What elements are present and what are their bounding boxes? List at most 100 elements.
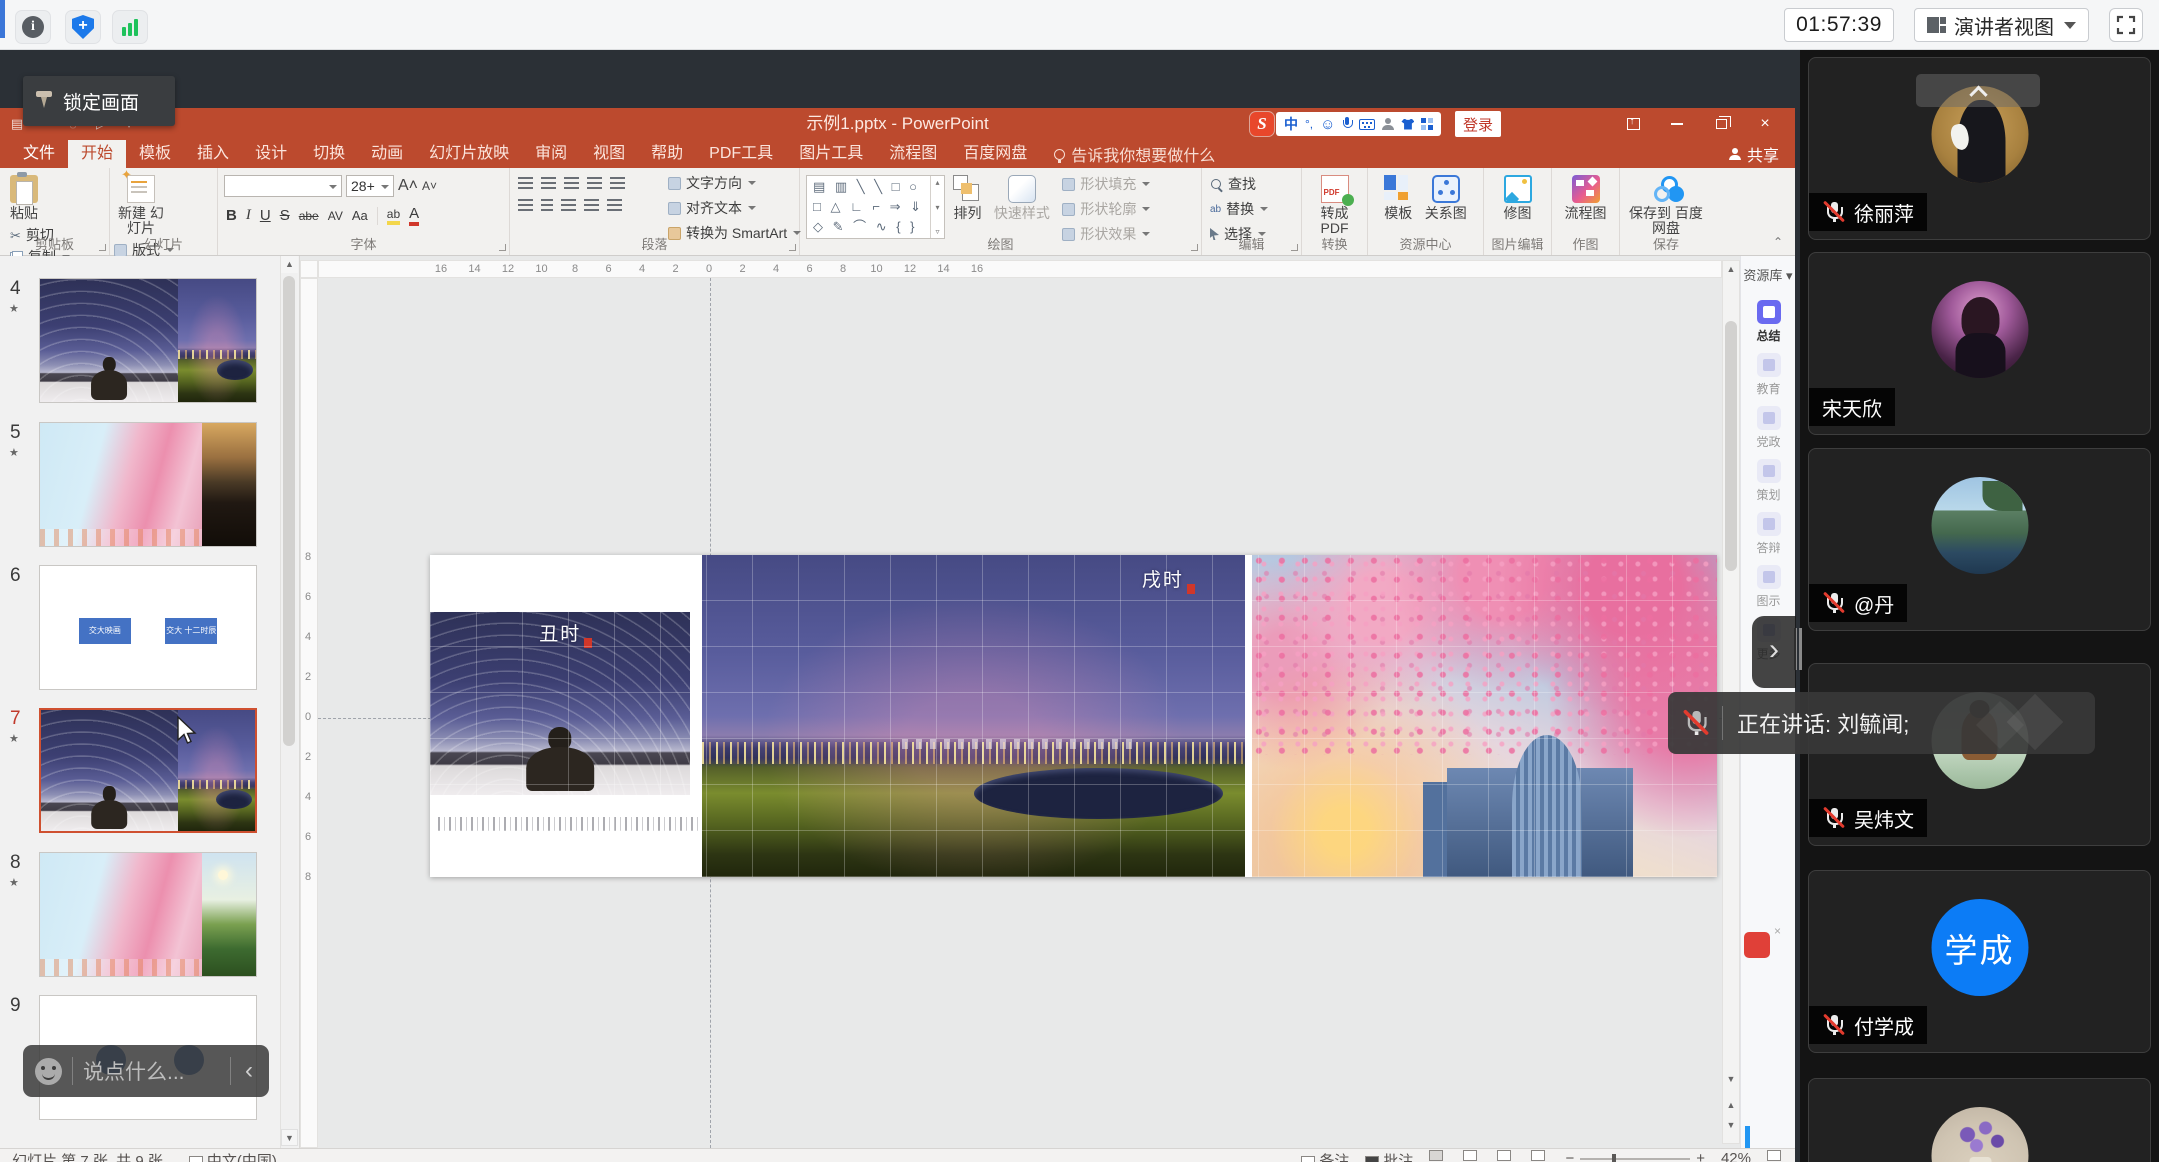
participant-tile[interactable] bbox=[1808, 1078, 2151, 1162]
shapes-gallery[interactable]: ▤ ▥ ╲ ╲ □ ○□ △ ∟ ⌐ ⇒ ⇓◇ ✎ ⌒ ∿ { } ▴▾▿ bbox=[806, 175, 945, 239]
tab-3[interactable]: 插入 bbox=[184, 140, 242, 168]
replace-button[interactable]: ab替换 bbox=[1210, 200, 1268, 218]
tab-14[interactable]: 百度网盘 bbox=[950, 140, 1040, 168]
italic-button[interactable]: I bbox=[246, 207, 251, 224]
strikethrough-button[interactable]: abe bbox=[299, 209, 319, 223]
tab-10[interactable]: 帮助 bbox=[638, 140, 696, 168]
dialog-launcher-icon[interactable] bbox=[499, 244, 506, 251]
promo-gift-icon[interactable] bbox=[1744, 932, 1770, 958]
security-button[interactable] bbox=[65, 10, 101, 44]
login-button[interactable]: 登录 bbox=[1455, 111, 1501, 137]
tab-12[interactable]: 图片工具 bbox=[786, 140, 876, 168]
expand-panel-button[interactable]: › bbox=[1752, 616, 1796, 688]
text-direction-button[interactable]: 文字方向 bbox=[668, 174, 801, 192]
resource-item-3[interactable]: 策划 bbox=[1741, 459, 1796, 503]
find-button[interactable]: 查找 bbox=[1210, 175, 1268, 193]
retouch-button[interactable]: 修图 bbox=[1500, 173, 1536, 226]
quick-styles-button[interactable]: 快速样式 bbox=[990, 173, 1054, 223]
voice-input-icon[interactable] bbox=[1342, 117, 1352, 131]
reading-view-icon[interactable] bbox=[1497, 1150, 1511, 1161]
paste-button[interactable]: 粘贴 bbox=[6, 173, 42, 226]
sogou-ime-icon[interactable]: S bbox=[1250, 112, 1274, 136]
scrollbar-thumb[interactable] bbox=[1725, 321, 1737, 571]
font-color-button[interactable]: A bbox=[409, 205, 419, 226]
new-slide-button[interactable]: 新建 幻灯片 bbox=[114, 173, 168, 241]
share-button[interactable]: 共享 bbox=[1729, 140, 1779, 168]
slide-canvas[interactable]: 丑时 戌时 bbox=[318, 278, 1722, 1148]
tab-11[interactable]: PDF工具 bbox=[696, 140, 786, 168]
tab-13[interactable]: 流程图 bbox=[876, 140, 950, 168]
align-left-icon[interactable] bbox=[518, 199, 533, 211]
comments-toggle[interactable]: 批注 bbox=[1365, 1150, 1413, 1162]
thumbnail-scrollbar[interactable]: ▲ ▼ bbox=[280, 256, 297, 1148]
promo-close-icon[interactable]: × bbox=[1774, 924, 1781, 938]
ime-menu-icon[interactable] bbox=[1421, 118, 1433, 130]
previous-slide-icon[interactable]: ▲ bbox=[1723, 1097, 1739, 1113]
scrollbar-thumb[interactable] bbox=[283, 276, 295, 746]
thumbnail-slide-6[interactable]: 6 交大映画 交大 十二时辰 bbox=[0, 565, 280, 690]
scroll-down-icon[interactable]: ▼ bbox=[1723, 1071, 1739, 1087]
pin-window-button[interactable] bbox=[1611, 108, 1655, 140]
align-center-icon[interactable] bbox=[541, 199, 553, 211]
numbering-icon[interactable] bbox=[541, 177, 556, 189]
tab-1[interactable]: 开始 bbox=[68, 140, 126, 168]
resource-item-5[interactable]: 图示 bbox=[1741, 565, 1796, 609]
tab-9[interactable]: 视图 bbox=[580, 140, 638, 168]
change-case-button[interactable]: Aa bbox=[352, 208, 368, 223]
photo-star-trails[interactable]: 丑时 bbox=[430, 612, 690, 795]
collapse-tiles-button[interactable] bbox=[1916, 74, 2040, 107]
zoom-slider[interactable]: −+ bbox=[1565, 1150, 1705, 1162]
resource-item-1[interactable]: 教育 bbox=[1741, 353, 1796, 397]
resource-library-title[interactable]: 资源库 ▾ bbox=[1741, 265, 1795, 284]
scroll-up-icon[interactable]: ▲ bbox=[1723, 261, 1739, 277]
participant-tile[interactable]: @丹 bbox=[1808, 448, 2151, 631]
slideshow-view-icon[interactable] bbox=[1531, 1150, 1545, 1161]
dialog-launcher-icon[interactable] bbox=[99, 244, 106, 251]
thumbnail-slide-5[interactable]: 5 ★ bbox=[0, 422, 280, 547]
soft-keyboard-icon[interactable] bbox=[1359, 119, 1375, 130]
font-name-input[interactable] bbox=[224, 175, 342, 197]
ime-account-icon[interactable] bbox=[1382, 118, 1394, 130]
view-mode-dropdown[interactable]: 演讲者视图 bbox=[1914, 8, 2089, 42]
scroll-up-icon[interactable]: ▲ bbox=[281, 256, 298, 273]
fullscreen-button[interactable] bbox=[2109, 8, 2143, 42]
increase-indent-icon[interactable] bbox=[587, 177, 602, 189]
collapse-chat-icon[interactable]: ‹ bbox=[241, 1057, 257, 1085]
participant-tile[interactable]: 吴炜文 bbox=[1808, 663, 2151, 846]
template-button[interactable]: 模板 bbox=[1380, 173, 1416, 226]
decrease-indent-icon[interactable] bbox=[564, 177, 579, 189]
char-spacing-button[interactable]: AV bbox=[328, 209, 343, 223]
save-to-baidu-pan-button[interactable]: 保存到 百度网盘 bbox=[1620, 173, 1712, 238]
minimize-button[interactable] bbox=[1655, 108, 1699, 140]
dialog-launcher-icon[interactable] bbox=[789, 244, 796, 251]
relation-diagram-button[interactable]: 关系图 bbox=[1421, 173, 1471, 223]
align-text-button[interactable]: 对齐文本 bbox=[668, 199, 801, 217]
shrink-font-button[interactable]: A˅ bbox=[422, 179, 437, 193]
ime-punct-icon[interactable]: °, bbox=[1305, 117, 1313, 131]
tab-8[interactable]: 审阅 bbox=[522, 140, 580, 168]
dialog-launcher-icon[interactable] bbox=[1291, 244, 1298, 251]
justify-icon[interactable] bbox=[584, 199, 599, 211]
resource-item-2[interactable]: 党政 bbox=[1741, 406, 1796, 450]
ime-lang-toggle[interactable]: 中 bbox=[1284, 114, 1298, 134]
collapse-ribbon-icon[interactable]: ⌃ bbox=[1773, 235, 1783, 249]
tell-me-box[interactable]: 告诉我你想要做什么 bbox=[1054, 140, 1215, 168]
arrange-button[interactable]: 排列 bbox=[949, 173, 985, 226]
tab-7[interactable]: 幻灯片放映 bbox=[416, 140, 522, 168]
thumbnail-slide-8[interactable]: 8 ★ bbox=[0, 852, 280, 977]
font-size-input[interactable]: 28+ bbox=[346, 175, 394, 197]
resource-item-0[interactable]: 总结 bbox=[1741, 300, 1796, 344]
tab-2[interactable]: 模板 bbox=[126, 140, 184, 168]
emoji-icon[interactable] bbox=[35, 1058, 62, 1085]
columns-icon[interactable] bbox=[607, 199, 622, 211]
bold-button[interactable]: B bbox=[226, 207, 237, 224]
next-slide-icon[interactable]: ▼ bbox=[1723, 1117, 1739, 1133]
ime-skin-icon[interactable] bbox=[1401, 119, 1414, 130]
bullets-icon[interactable] bbox=[518, 177, 533, 189]
emoji-icon[interactable]: ☺ bbox=[1320, 116, 1335, 133]
language-indicator[interactable]: 中文(中国) bbox=[189, 1150, 277, 1162]
maximize-button[interactable] bbox=[1699, 108, 1743, 140]
participant-tile[interactable]: 宋天欣 bbox=[1808, 252, 2151, 435]
thumbnail-slide-7-selected[interactable]: 7 ★ bbox=[0, 708, 280, 833]
slide-sorter-view-icon[interactable] bbox=[1463, 1150, 1477, 1161]
